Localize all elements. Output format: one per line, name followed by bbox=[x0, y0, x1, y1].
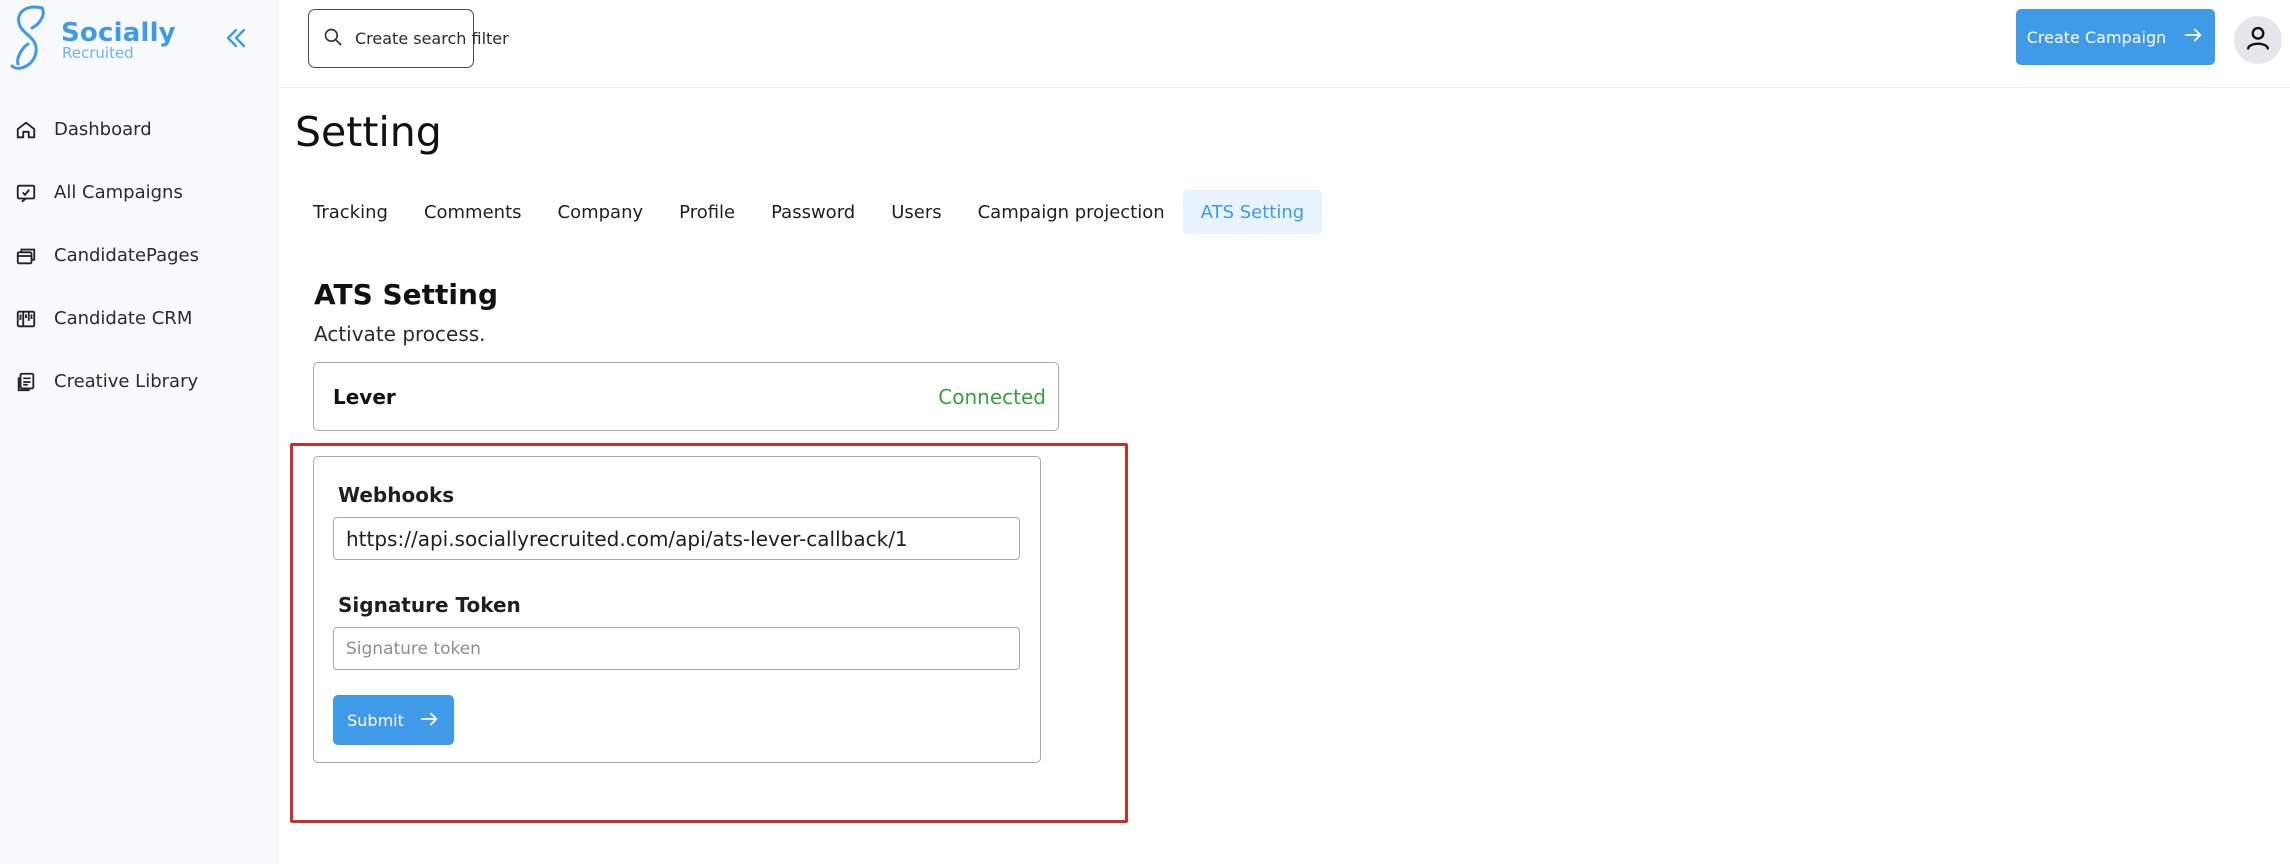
signature-token-field[interactable] bbox=[333, 627, 1020, 670]
section-subtitle: Activate process. bbox=[314, 322, 486, 346]
webhook-form: Webhooks Signature Token Submit bbox=[313, 456, 1041, 763]
top-bar: Create search filter Create Campaign bbox=[278, 0, 2290, 88]
brand-logo[interactable]: Socially Recruited bbox=[8, 2, 178, 78]
home-icon bbox=[14, 118, 38, 142]
tab-tracking[interactable]: Tracking bbox=[295, 190, 406, 234]
page-title: Setting bbox=[295, 108, 442, 156]
sidebar-item-label: All Campaigns bbox=[54, 182, 183, 203]
search-icon bbox=[323, 27, 343, 51]
webhooks-label: Webhooks bbox=[338, 483, 455, 507]
brand-subtitle: Recruited bbox=[62, 44, 134, 62]
sidebar-item-all-campaigns[interactable]: All Campaigns bbox=[0, 161, 278, 224]
tab-campaign-projection[interactable]: Campaign projection bbox=[960, 190, 1183, 234]
sidebar-item-label: CandidatePages bbox=[54, 245, 199, 266]
library-icon bbox=[14, 370, 38, 394]
create-search-filter-button[interactable]: Create search filter bbox=[308, 9, 509, 68]
sidebar-nav: Dashboard All Campaigns CandidatePages C… bbox=[0, 98, 278, 413]
campaigns-icon bbox=[14, 181, 38, 205]
crm-icon bbox=[14, 307, 38, 331]
pages-icon bbox=[14, 244, 38, 268]
search-filter-label: Create search filter bbox=[355, 29, 509, 48]
user-icon bbox=[2244, 24, 2272, 56]
create-campaign-label: Create Campaign bbox=[2026, 27, 2167, 47]
sidebar-item-label: Dashboard bbox=[54, 119, 152, 140]
sidebar: Socially Recruited Dashboard All Campaig… bbox=[0, 0, 278, 864]
arrow-right-icon bbox=[418, 708, 440, 733]
settings-tabs: Tracking Comments Company Profile Passwo… bbox=[295, 190, 1323, 234]
submit-button[interactable]: Submit bbox=[333, 695, 454, 745]
integration-card-lever[interactable]: Lever Connected bbox=[313, 362, 1059, 431]
sidebar-item-dashboard[interactable]: Dashboard bbox=[0, 98, 278, 161]
webhooks-field[interactable] bbox=[333, 517, 1020, 560]
tab-users[interactable]: Users bbox=[873, 190, 959, 234]
sidebar-item-label: Candidate CRM bbox=[54, 308, 193, 329]
section-title: ATS Setting bbox=[314, 278, 499, 311]
status-badge: Connected bbox=[938, 385, 1046, 409]
sidebar-item-creative-library[interactable]: Creative Library bbox=[0, 350, 278, 413]
logo-mark-icon bbox=[10, 5, 45, 70]
create-campaign-button[interactable]: Create Campaign bbox=[2016, 9, 2215, 65]
arrow-right-icon bbox=[2182, 24, 2204, 50]
tab-company[interactable]: Company bbox=[540, 190, 662, 234]
sidebar-item-candidate-pages[interactable]: CandidatePages bbox=[0, 224, 278, 287]
tab-ats-setting[interactable]: ATS Setting bbox=[1182, 190, 1323, 234]
signature-token-label: Signature Token bbox=[338, 593, 521, 617]
chevrons-left-icon[interactable] bbox=[220, 22, 252, 54]
user-avatar[interactable] bbox=[2234, 16, 2282, 64]
integration-name: Lever bbox=[333, 385, 396, 409]
sidebar-item-label: Creative Library bbox=[54, 371, 199, 392]
tab-password[interactable]: Password bbox=[753, 190, 873, 234]
tab-comments[interactable]: Comments bbox=[406, 190, 540, 234]
sidebar-item-candidate-crm[interactable]: Candidate CRM bbox=[0, 287, 278, 350]
tab-profile[interactable]: Profile bbox=[661, 190, 753, 234]
submit-label: Submit bbox=[347, 710, 404, 730]
